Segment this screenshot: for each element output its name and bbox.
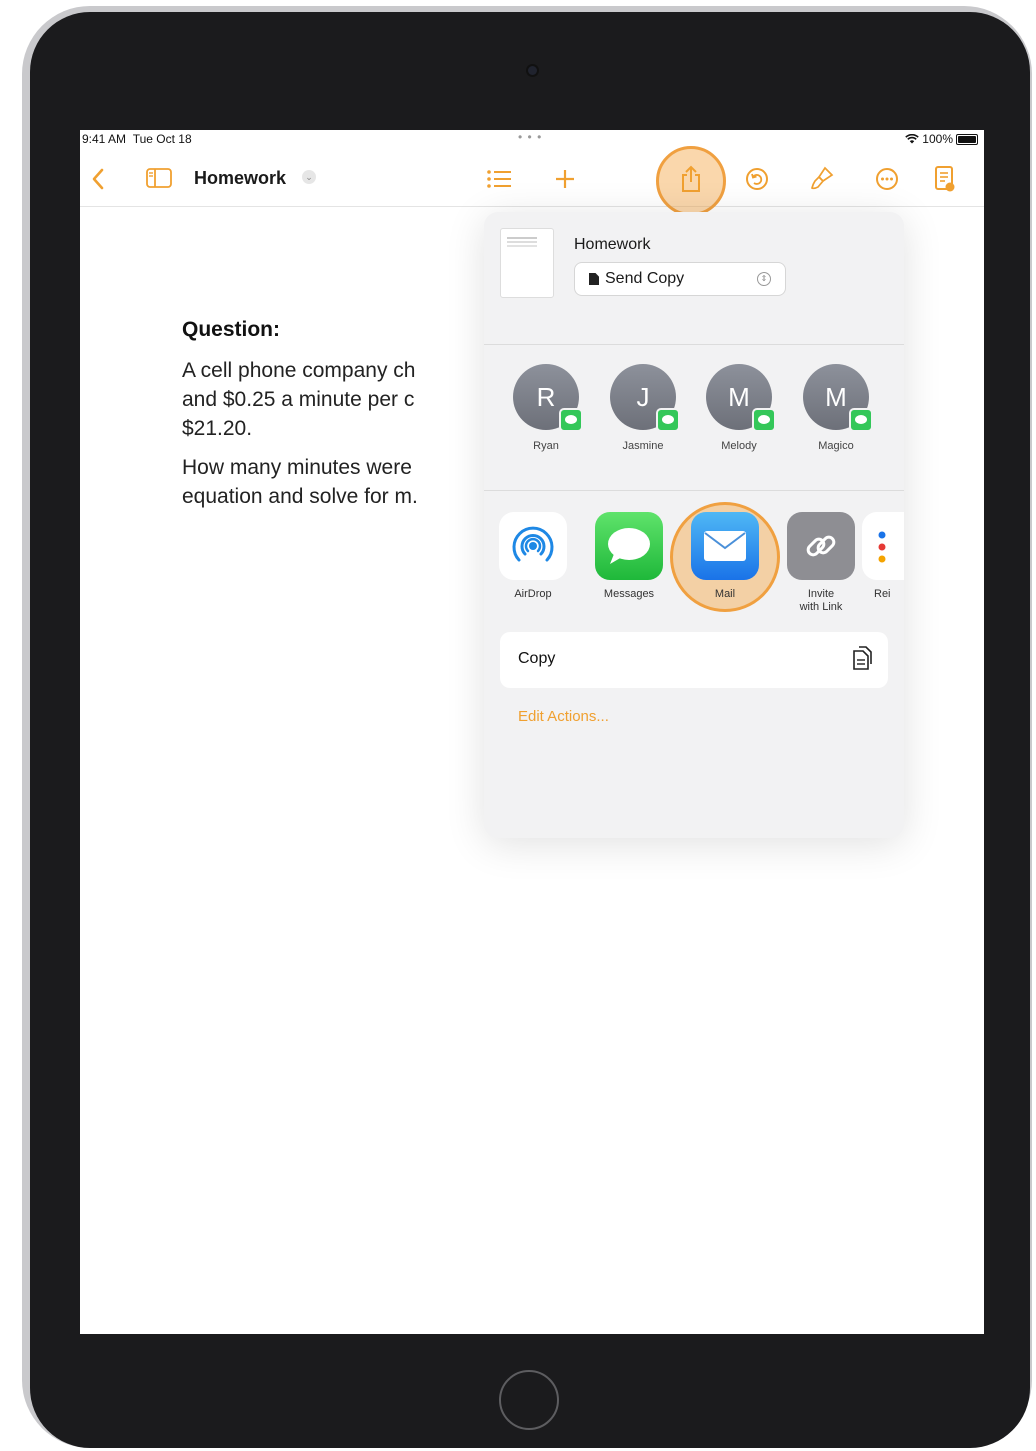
share-icon[interactable] xyxy=(678,164,704,194)
list-icon[interactable] xyxy=(484,166,514,192)
document-icon xyxy=(589,273,599,285)
more-options-icon[interactable] xyxy=(874,166,900,192)
link-icon xyxy=(787,512,855,580)
messages-icon xyxy=(595,512,663,580)
app-name: Messages xyxy=(603,588,655,600)
app-name: Mail xyxy=(714,588,736,600)
app-mail[interactable]: Mail xyxy=(680,512,770,601)
person-ryan[interactable]: R Ryan xyxy=(508,364,584,452)
person-name: Melody xyxy=(721,440,757,452)
messages-badge-icon xyxy=(559,408,583,432)
copy-label: Copy xyxy=(518,650,556,667)
document-title[interactable]: Homework xyxy=(194,168,286,189)
avatar-initial: M xyxy=(728,382,750,412)
people-suggestions-row: R Ryan J Jasmine M Melody M Magico xyxy=(484,344,904,491)
app-reminders[interactable]: Rei xyxy=(862,512,904,601)
status-date: Tue Oct 18 xyxy=(132,132,192,146)
copy-action[interactable]: Copy xyxy=(500,632,888,688)
avatar: M xyxy=(803,364,873,432)
battery-icon xyxy=(956,133,978,145)
wifi-icon xyxy=(905,134,920,144)
person-name: Ryan xyxy=(533,440,559,452)
app-airdrop[interactable]: AirDrop xyxy=(488,512,578,601)
status-bar: 9:41 AM Tue Oct 18 • • • 100% xyxy=(80,130,984,150)
app-name: Invite with Link xyxy=(799,588,843,613)
battery-percent: 100% xyxy=(922,132,953,146)
document-thumbnail xyxy=(500,228,554,298)
home-button[interactable] xyxy=(499,1370,559,1430)
messages-badge-icon xyxy=(752,408,776,432)
undo-history-icon[interactable] xyxy=(744,166,770,192)
add-icon[interactable] xyxy=(552,166,578,192)
app-name: Rei xyxy=(874,588,891,600)
avatar-initial: R xyxy=(536,382,556,412)
copy-icon xyxy=(853,646,872,670)
reminders-icon xyxy=(862,512,904,580)
avatar: J xyxy=(610,364,680,432)
avatar-initial: J xyxy=(636,382,650,412)
up-down-chevron-icon: ⇕ xyxy=(757,272,771,286)
front-camera xyxy=(528,66,537,75)
avatar: M xyxy=(706,364,776,432)
send-copy-selector[interactable]: Send Copy ⇕ xyxy=(574,262,786,296)
messages-badge-icon xyxy=(849,408,873,432)
sidebar-toggle-icon[interactable] xyxy=(144,166,174,190)
airdrop-icon xyxy=(499,512,567,580)
multitasking-dots[interactable]: • • • xyxy=(518,130,542,144)
app-invite-with-link[interactable]: Invite with Link xyxy=(776,512,866,614)
share-document-title: Homework xyxy=(574,236,651,253)
person-name: Jasmine xyxy=(622,440,664,452)
status-time: 9:41 AM xyxy=(82,132,127,146)
question-paragraph-2: How many minutes were equation and solve… xyxy=(182,456,418,508)
person-melody[interactable]: M Melody xyxy=(701,364,777,452)
app-name: AirDrop xyxy=(514,588,552,600)
share-apps-row: AirDrop Messages Mail Invite with Link R… xyxy=(484,502,904,642)
question-paragraph-1: A cell phone company ch and $0.25 a minu… xyxy=(182,359,416,440)
person-magico[interactable]: M Magico xyxy=(798,364,874,452)
title-chevron-down-icon[interactable]: ⌄ xyxy=(302,170,316,184)
document-settings-icon[interactable] xyxy=(932,164,958,194)
send-copy-label: Send Copy xyxy=(605,270,685,287)
app-messages[interactable]: Messages xyxy=(584,512,674,601)
screen: 9:41 AM Tue Oct 18 • • • 100% Homework ⌄ xyxy=(80,130,984,1334)
mail-icon xyxy=(691,512,759,580)
share-sheet: Homework Send Copy ⇕ R Ryan J Jasmine M … xyxy=(484,212,904,838)
paintbrush-icon[interactable] xyxy=(808,164,836,192)
back-chevron-icon[interactable] xyxy=(88,164,108,194)
person-name: Magico xyxy=(818,440,854,452)
avatar-initial: M xyxy=(825,382,847,412)
edit-actions-link[interactable]: Edit Actions... xyxy=(518,708,609,725)
person-jasmine[interactable]: J Jasmine xyxy=(605,364,681,452)
messages-badge-icon xyxy=(656,408,680,432)
avatar: R xyxy=(513,364,583,432)
share-sheet-header: Homework Send Copy ⇕ xyxy=(484,212,904,345)
